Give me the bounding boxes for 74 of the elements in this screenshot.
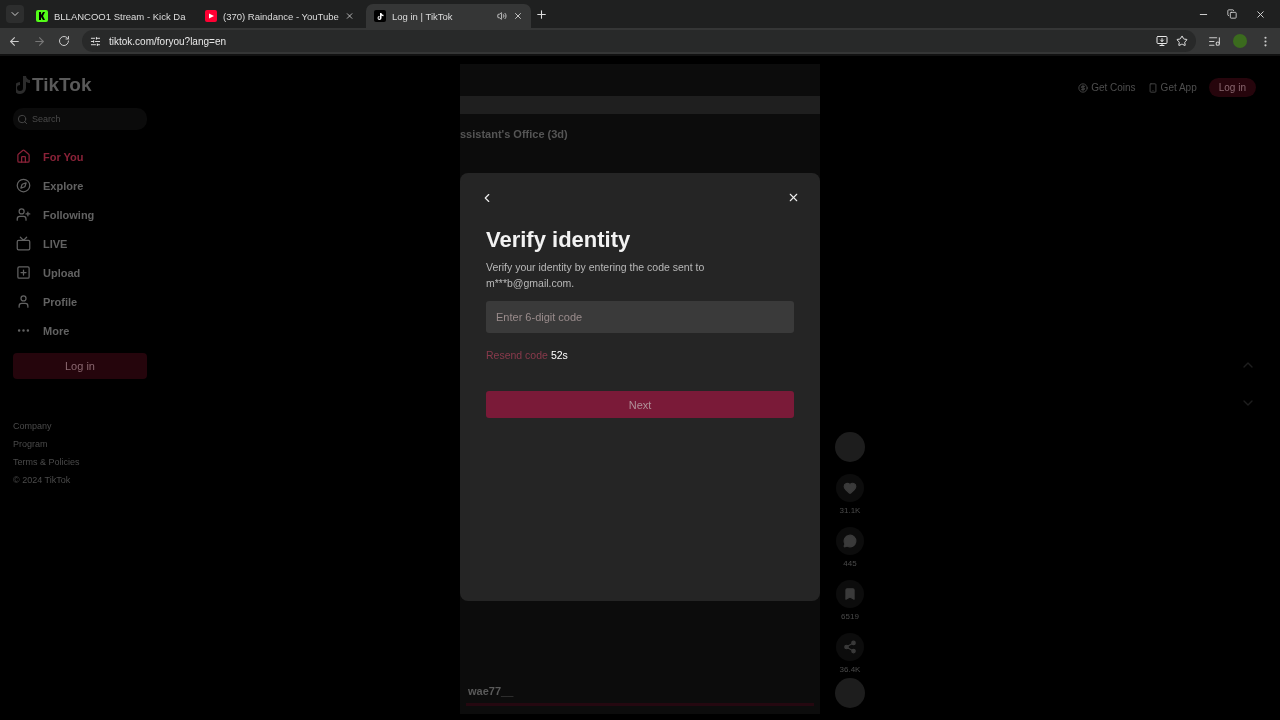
login-button[interactable]: Log in	[13, 353, 147, 379]
logo-text: TikTok	[32, 74, 92, 96]
sidebar-label: Profile	[43, 295, 78, 308]
comment-icon	[843, 534, 857, 548]
close-icon[interactable]	[513, 11, 523, 21]
close-icon[interactable]	[787, 191, 800, 204]
search-icon	[17, 113, 28, 125]
install-icon[interactable]	[1156, 35, 1168, 47]
footer-link[interactable]: Company	[13, 421, 147, 431]
footer-link[interactable]: Program	[13, 439, 147, 449]
speaker-icon[interactable]	[497, 11, 507, 21]
live-icon	[16, 236, 31, 251]
media-icon[interactable]	[1208, 34, 1221, 48]
url-text: tiktok.com/foryou?lang=en	[109, 35, 226, 47]
action-count: 445	[843, 559, 857, 568]
note-icon	[16, 76, 30, 94]
sidebar-item[interactable]: Following	[13, 200, 147, 229]
phone-icon	[1147, 82, 1158, 93]
sidebar-label: Explore	[43, 179, 84, 192]
tab-title: Log in | TikTok	[392, 10, 454, 22]
sidebar-item[interactable]: Upload	[13, 258, 147, 287]
reload-icon[interactable]	[58, 35, 70, 47]
favicon-icon	[374, 10, 386, 22]
get-app-label: Get App	[1160, 82, 1197, 93]
tab-list-button[interactable]	[6, 5, 24, 23]
header-login-button[interactable]: Log in	[1208, 78, 1256, 97]
sidebar-label: More	[43, 324, 70, 337]
users-icon	[16, 207, 31, 222]
sidebar-item[interactable]: LIVE	[13, 229, 147, 258]
sidebar-item[interactable]: More	[13, 316, 147, 345]
home-icon	[16, 149, 31, 164]
forward-icon[interactable]	[33, 34, 46, 48]
coin-icon	[1078, 82, 1089, 93]
action-count: 31.1K	[839, 506, 861, 515]
footer-link[interactable]: Terms & Policies	[13, 457, 147, 467]
like-icon	[843, 481, 857, 495]
sidebar-label: Upload	[43, 266, 81, 279]
action-count: 6519	[841, 612, 859, 621]
get-app-link[interactable]: Get App	[1147, 82, 1197, 93]
favicon-icon	[36, 10, 48, 22]
footer-link[interactable]: © 2024 TikTok	[13, 475, 147, 485]
tab-title: BLLANCOO1 Stream - Kick Da	[54, 10, 186, 22]
address-bar[interactable]: tiktok.com/foryou?lang=en	[82, 30, 1196, 52]
site-settings-icon[interactable]	[90, 35, 101, 47]
sidebar-label: Following	[43, 208, 95, 221]
new-tab-icon[interactable]	[535, 7, 548, 21]
get-coins-link[interactable]: Get Coins	[1078, 82, 1136, 93]
browser-tab[interactable]: Log in | TikTok	[366, 4, 531, 28]
favicon-icon	[205, 10, 217, 22]
sidebar-label: LIVE	[43, 237, 68, 250]
sidebar-item[interactable]: For You	[13, 142, 147, 171]
close-icon[interactable]	[1255, 8, 1266, 20]
video-title: ssistant's Office (3d)	[460, 128, 568, 140]
bookmark-star-icon[interactable]	[1176, 35, 1188, 47]
dialog-description: Verify your identity by entering the code sent to m***b@gmail.com.	[486, 260, 706, 291]
share-icon	[843, 640, 857, 654]
back-icon[interactable]	[8, 34, 21, 48]
compass-icon	[16, 178, 31, 193]
user-icon	[16, 294, 31, 309]
dialog-title: Verify identity	[486, 227, 632, 253]
countdown: 52s	[550, 349, 568, 361]
browser-tab[interactable]: (370) Raindance - YouTube	[197, 4, 362, 28]
code-field[interactable]: Enter 6-digit code	[486, 301, 794, 333]
restore-icon[interactable]	[1227, 8, 1237, 19]
username: wae77__	[468, 685, 514, 697]
bookmark-icon	[843, 587, 857, 601]
get-coins-label: Get Coins	[1091, 82, 1136, 93]
sidebar-item[interactable]: Profile	[13, 287, 147, 316]
upload-icon	[16, 265, 31, 280]
tab-title: (370) Raindance - YouTube	[223, 10, 339, 22]
action-count: 36.4K	[839, 665, 861, 674]
sidebar-item[interactable]: Explore	[13, 171, 147, 200]
sidebar-label: For You	[43, 150, 84, 163]
resend-code-link[interactable]: Resend code	[486, 349, 548, 361]
